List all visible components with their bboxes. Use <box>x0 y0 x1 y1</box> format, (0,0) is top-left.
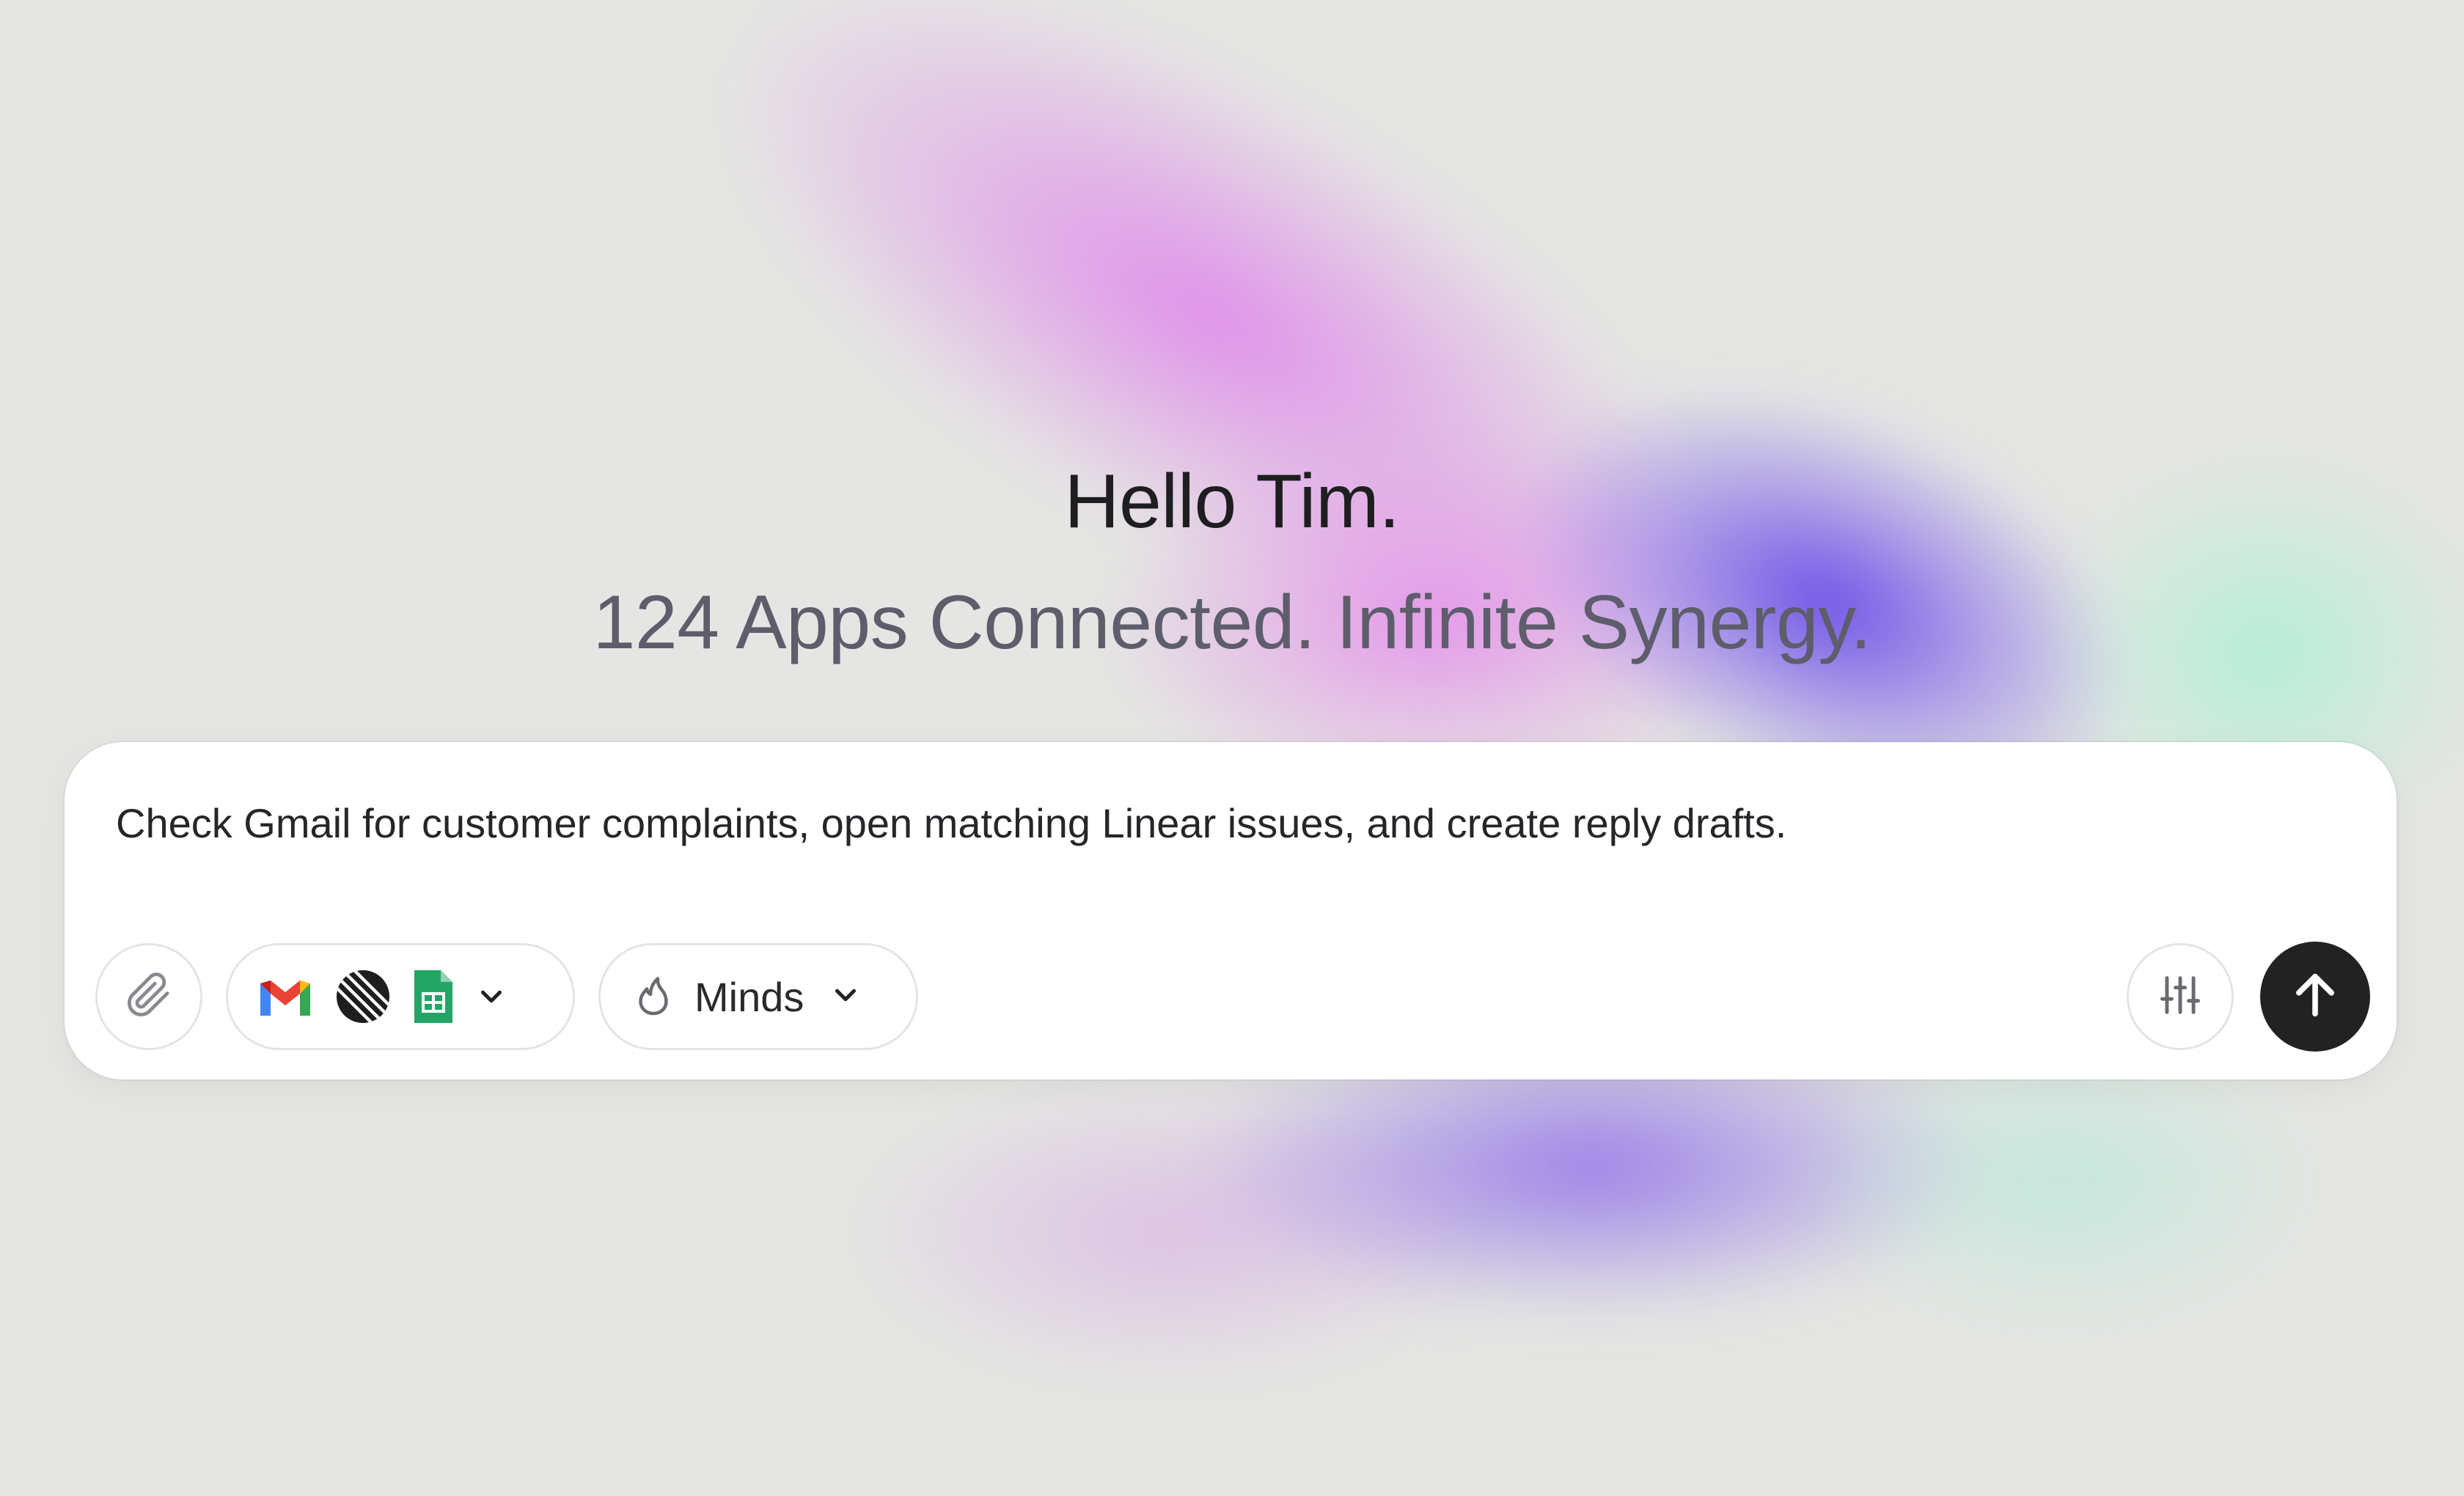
gmail-icon <box>256 975 315 1019</box>
prompt-composer: Check Gmail for customer complaints, ope… <box>65 742 2397 1079</box>
mode-selector[interactable]: Minds <box>598 943 918 1050</box>
connected-apps-selector[interactable] <box>226 943 575 1050</box>
tagline: 124 Apps Connected. Infinite Synergy. <box>593 580 1871 665</box>
chevron-down-icon <box>474 980 508 1013</box>
sliders-icon <box>2157 972 2203 1022</box>
mode-label: Minds <box>694 973 804 1020</box>
prompt-input[interactable]: Check Gmail for customer complaints, ope… <box>116 799 1786 847</box>
send-button[interactable] <box>2260 942 2370 1052</box>
arrow-up-icon <box>2287 967 2343 1027</box>
google-sheets-icon <box>411 967 455 1026</box>
lower-pink-glow <box>843 1078 1503 1386</box>
pink-glow <box>620 0 1800 788</box>
paperclip-icon <box>125 972 172 1022</box>
settings-button[interactable] <box>2127 943 2234 1050</box>
flame-icon <box>631 972 675 1022</box>
chevron-down-icon <box>829 978 862 1016</box>
greeting-heading: Hello Tim. <box>1064 459 1400 544</box>
attach-button[interactable] <box>95 943 202 1050</box>
linear-icon <box>334 967 392 1026</box>
